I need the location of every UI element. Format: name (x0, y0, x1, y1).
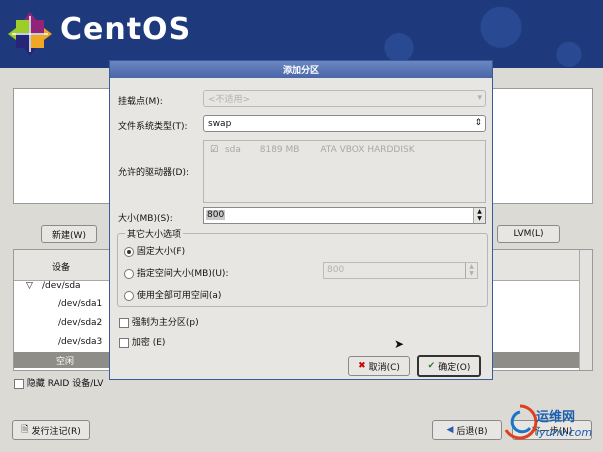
drive-row[interactable]: ☑ sda 8189 MB ATA VBOX HARDDISK (210, 145, 415, 155)
drives-list[interactable]: ☑ sda 8189 MB ATA VBOX HARDDISK (203, 140, 486, 203)
force-primary-option[interactable]: 强制为主分区(p) (119, 315, 199, 328)
encrypt-checkbox[interactable] (119, 337, 129, 348)
back-label: 后退(B) (456, 426, 488, 437)
brand-title: CentOS (60, 12, 192, 47)
expander-icon[interactable]: ▽ (26, 281, 33, 291)
watermark: 运维网 iyunv.com (496, 398, 600, 448)
new-button[interactable]: 新建(W) (41, 225, 97, 243)
mount-point-label: 挂载点(M): (118, 97, 163, 107)
table-scrollbar[interactable] (579, 250, 592, 370)
watermark-cn: 运维网 (536, 410, 576, 425)
back-arrow-icon: ◀ (446, 425, 454, 435)
cancel-label: 取消(C) (368, 362, 400, 373)
force-primary-checkbox[interactable] (119, 317, 129, 328)
cancel-x-icon: ✖ (358, 361, 366, 371)
force-primary-label: 强制为主分区(p) (131, 318, 199, 328)
spin-arrows-icon: ▲ ▼ (465, 263, 477, 278)
mount-point-value: <不适用> (208, 95, 251, 105)
opt-upto[interactable]: 指定空间大小(MB)(U): (124, 266, 228, 279)
opt-fill[interactable]: 使用全部可用空间(a) (124, 288, 221, 301)
fstype-label: 文件系统类型(T): (118, 122, 188, 132)
release-notes-label: 发行注记(R) (31, 426, 81, 437)
radio-selected-icon[interactable] (124, 246, 134, 257)
drive-model: ATA VBOX HARDDISK (320, 145, 415, 155)
table-row[interactable]: /dev/sda1 (58, 299, 102, 309)
size-options-frame: 其它大小选项 固定大小(F) 指定空间大小(MB)(U): 800 ▲ ▼ 使用全… (117, 227, 488, 307)
column-device[interactable]: 设备 (52, 260, 70, 273)
upto-value: 800 (327, 265, 345, 275)
cancel-button[interactable]: ✖ 取消(C) (348, 356, 410, 376)
spin-arrows-icon[interactable]: ▲ ▼ (473, 208, 485, 223)
free-space-label: 空闲 (56, 357, 75, 367)
watermark-logo-icon (504, 404, 538, 440)
opt-fixed[interactable]: 固定大小(F) (124, 244, 185, 257)
centos-logo-icon (8, 12, 52, 56)
hide-raid-checkbox[interactable] (14, 378, 24, 389)
radio-icon[interactable] (124, 268, 134, 279)
table-row[interactable]: /dev/sda3 (58, 337, 102, 347)
radio-icon[interactable] (124, 290, 134, 301)
release-notes-button[interactable]: 🗎 发行注记(R) (12, 420, 90, 440)
size-options-title: 其它大小选项 (125, 227, 184, 240)
drives-label: 允许的驱动器(D): (118, 168, 189, 178)
ok-button[interactable]: ✔ 确定(O) (417, 355, 481, 377)
banner-decoration (263, 0, 603, 68)
opt-upto-label: 指定空间大小(MB)(U): (136, 269, 229, 279)
drive-name: sda (224, 145, 241, 155)
fstype-value: swap (208, 118, 232, 129)
checkbox-checked-icon[interactable]: ☑ (210, 145, 218, 155)
fstype-select[interactable]: swap ⇕ (203, 115, 486, 132)
size-value[interactable]: 800 (206, 210, 226, 220)
table-row[interactable]: /dev/sda (42, 281, 81, 291)
header-banner: CentOS (0, 0, 603, 68)
hide-raid-label: 隐藏 RAID 设备/LV (26, 379, 104, 389)
upto-spinner: 800 ▲ ▼ (323, 262, 478, 279)
watermark-url: iyunv.com (536, 426, 593, 439)
size-spinner[interactable]: 800 ▲ ▼ (203, 207, 486, 224)
encrypt-label: 加密 (E) (131, 338, 166, 348)
back-button[interactable]: ◀ 后退(B) (432, 420, 502, 440)
hide-raid-option[interactable]: 隐藏 RAID 设备/LV (14, 376, 103, 389)
ok-check-icon: ✔ (427, 361, 436, 371)
chevron-down-icon: ▾ (477, 93, 482, 103)
mouse-cursor-icon: ➤ (394, 337, 405, 351)
dialog-title: 添加分区 (110, 61, 492, 78)
drive-size: 8189 MB (259, 145, 300, 155)
table-row[interactable]: /dev/sda2 (58, 318, 102, 328)
add-partition-dialog: 添加分区 挂载点(M): <不适用> ▾ 文件系统类型(T): swap ⇕ 允… (109, 60, 493, 380)
updown-icon: ⇕ (474, 118, 482, 128)
encrypt-option[interactable]: 加密 (E) (119, 335, 165, 348)
opt-fixed-label: 固定大小(F) (136, 247, 186, 257)
ok-label: 确定(O) (438, 362, 471, 373)
size-label: 大小(MB)(S): (118, 214, 173, 224)
mount-point-combo: <不适用> ▾ (203, 90, 486, 107)
lvm-button[interactable]: LVM(L) (497, 225, 560, 243)
notes-icon: 🗎 (21, 425, 29, 435)
opt-fill-label: 使用全部可用空间(a) (136, 291, 222, 301)
